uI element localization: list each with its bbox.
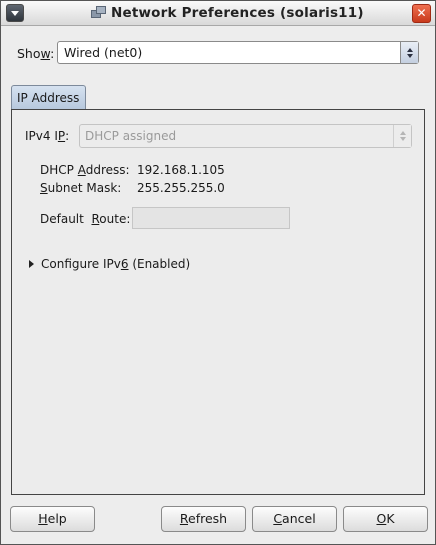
close-button[interactable]: ✕ bbox=[412, 4, 431, 23]
ok-button[interactable]: OK bbox=[343, 506, 428, 532]
default-route-field[interactable] bbox=[132, 207, 290, 229]
dhcp-address-row: DHCP Address: 192.168.1.105 bbox=[40, 163, 225, 177]
select-spinner-icon bbox=[400, 42, 418, 63]
chevron-down-icon bbox=[11, 10, 19, 16]
expand-arrow-icon bbox=[29, 260, 34, 268]
ipv4-selected-value: DHCP assigned bbox=[85, 129, 177, 143]
help-button[interactable]: Help bbox=[10, 506, 95, 532]
show-selected-value: Wired (net0) bbox=[64, 45, 143, 60]
show-connection-select[interactable]: Wired (net0) bbox=[57, 41, 419, 64]
subnet-mask-label: Subnet Mask: bbox=[40, 181, 122, 195]
cancel-button[interactable]: Cancel bbox=[252, 506, 337, 532]
ipv4-ip-label: IPv4 IP: bbox=[25, 129, 70, 143]
window-title-group: Network Preferences (solaris11) bbox=[91, 4, 364, 22]
dhcp-address-label: DHCP Address: bbox=[40, 163, 130, 177]
configure-ipv6-expander[interactable]: Configure IPv6 (Enabled) bbox=[29, 257, 190, 271]
close-icon: ✕ bbox=[416, 6, 427, 20]
subnet-mask-value: 255.255.255.0 bbox=[137, 181, 225, 195]
title-bar[interactable]: Network Preferences (solaris11) ✕ bbox=[1, 1, 435, 26]
ipv4-mode-select[interactable]: DHCP assigned bbox=[79, 124, 412, 148]
configure-ipv6-label: Configure IPv6 (Enabled) bbox=[41, 257, 191, 271]
network-preferences-window: Network Preferences (solaris11) ✕ Show: … bbox=[0, 0, 436, 545]
window-menu-button[interactable] bbox=[6, 4, 24, 22]
network-icon bbox=[91, 6, 106, 20]
window-title: Network Preferences (solaris11) bbox=[111, 5, 364, 21]
subnet-mask-row: Subnet Mask: 255.255.255.0 bbox=[40, 181, 225, 195]
default-route-label: Default Route: bbox=[40, 212, 131, 226]
dhcp-address-value: 192.168.1.105 bbox=[137, 163, 225, 177]
show-label: Show: bbox=[17, 45, 55, 61]
select-spinner-icon bbox=[393, 125, 411, 147]
tab-ip-address[interactable]: IP Address bbox=[11, 85, 86, 109]
refresh-button[interactable]: Refresh bbox=[161, 506, 246, 532]
